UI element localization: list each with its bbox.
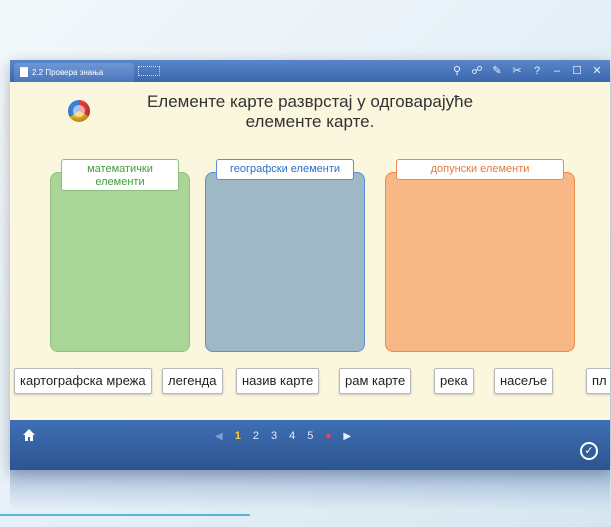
lesson-tab[interactable]: 2.2 Провера знања	[14, 63, 134, 82]
card-map-title[interactable]: назив карте	[236, 368, 320, 394]
drop-zone-extra-label: допунски елементи	[396, 159, 564, 180]
page-5[interactable]: 5	[307, 430, 313, 442]
page-2[interactable]: 2	[253, 430, 259, 442]
page-4[interactable]: 4	[289, 430, 295, 442]
card-settlement[interactable]: насеље	[494, 368, 554, 394]
home-icon[interactable]	[22, 428, 36, 442]
page-icon	[20, 67, 28, 77]
next-page-icon[interactable]: ▶	[343, 431, 351, 442]
draggable-cards: картографска мрежа легенда назив карте р…	[14, 368, 610, 396]
maximize-icon[interactable]: ☐	[570, 62, 584, 80]
pen-icon[interactable]: ✎	[490, 62, 504, 80]
record-icon: ●	[325, 430, 332, 442]
close-icon[interactable]: ✕	[590, 62, 604, 80]
previous-page-icon[interactable]: ◀	[215, 431, 223, 442]
card-river[interactable]: река	[434, 368, 474, 394]
drop-zone-geo[interactable]: географски елементи	[205, 159, 365, 352]
lesson-tab-title: 2.2 Провера знања	[32, 68, 104, 77]
bottom-bar: ◀ 1 2 3 4 5 ● ▶ ✓	[10, 420, 610, 470]
drop-zone-math-label: математички елементи	[61, 159, 179, 191]
drop-zone-extra[interactable]: допунски елементи	[385, 159, 575, 352]
app-window: 2.2 Провера знања ⚲ ☍ ✎ ✂ ? – ☐ ✕ Елемен…	[10, 60, 610, 470]
help-icon[interactable]: ?	[530, 62, 544, 80]
minimize-icon[interactable]: –	[550, 62, 564, 80]
card-legend[interactable]: легенда	[162, 368, 223, 394]
pointer-icon[interactable]: ⚲	[450, 62, 464, 80]
card-partial[interactable]: пл	[586, 368, 610, 394]
instruction: Елементе карте разврстај у одговарајуће …	[10, 92, 610, 132]
page-3[interactable]: 3	[271, 430, 277, 442]
window-controls: ⚲ ☍ ✎ ✂ ? – ☐ ✕	[450, 62, 604, 80]
new-tab-grip[interactable]	[138, 66, 160, 76]
check-circle-icon[interactable]: ✓	[580, 442, 598, 460]
titlebar: 2.2 Провера знања ⚲ ☍ ✎ ✂ ? – ☐ ✕	[10, 60, 610, 82]
page-1[interactable]: 1	[235, 430, 241, 442]
instruction-line-2: елементе карте.	[245, 112, 375, 131]
window-reflection	[10, 470, 610, 510]
decorative-underline	[0, 514, 250, 516]
card-cartographic-grid[interactable]: картографска мрежа	[14, 368, 152, 394]
instruction-line-1: Елементе карте разврстај у одговарајуће	[146, 92, 474, 111]
tools-icon[interactable]: ☍	[470, 62, 484, 80]
tools-cross-icon[interactable]: ✂	[510, 62, 524, 80]
card-map-frame[interactable]: рам карте	[339, 368, 412, 394]
drop-zone-geo-label: географски елементи	[216, 159, 354, 180]
drop-zone-math[interactable]: математички елементи	[50, 159, 190, 352]
pager: ◀ 1 2 3 4 5 ● ▶	[215, 426, 351, 446]
